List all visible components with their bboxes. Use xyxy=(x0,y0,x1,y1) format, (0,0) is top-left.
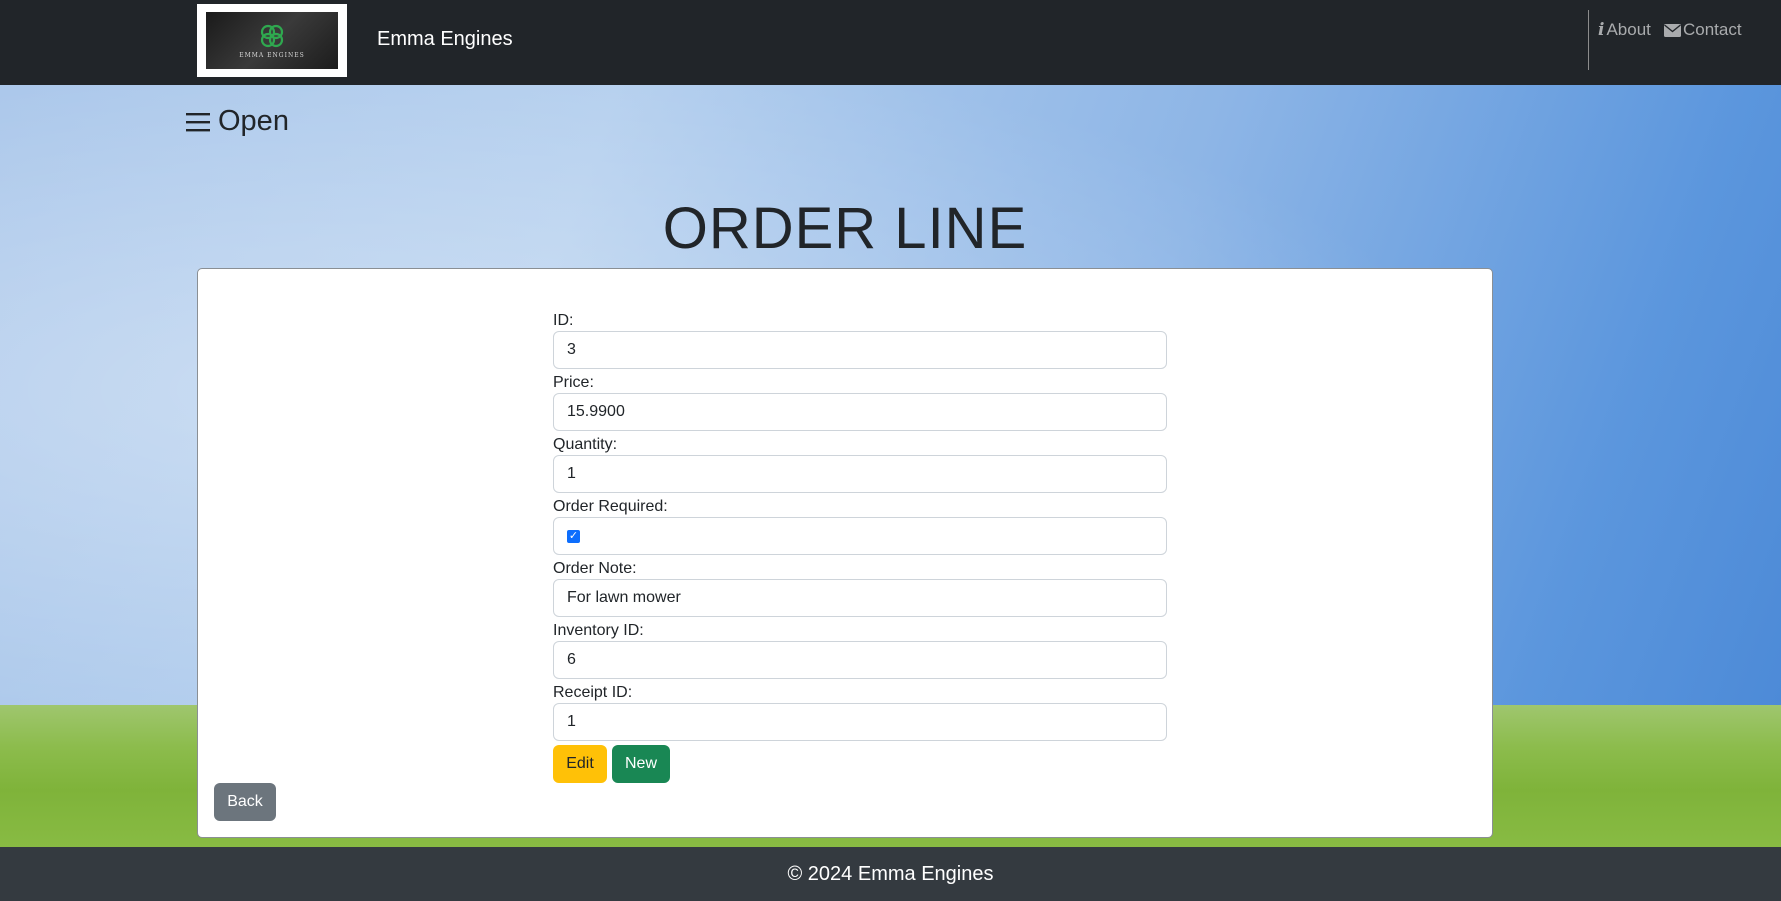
footer: © 2024 Emma Engines xyxy=(0,847,1781,901)
page-title: ORDER LINE xyxy=(662,196,1028,261)
nav-about-link[interactable]: i About xyxy=(1598,20,1651,40)
brand-name[interactable]: Emma Engines xyxy=(377,28,513,51)
order-line-form: ID: 3 Price: 15.9900 Quantity: 1 Order R… xyxy=(553,311,1167,783)
receipt-id-label: Receipt ID: xyxy=(553,684,633,701)
nav-divider xyxy=(1588,10,1589,70)
main-content: Open ORDER LINE ID: 3 Price: 15.9900 Qua… xyxy=(0,85,1781,847)
clover-logo-icon xyxy=(260,24,284,47)
price-field[interactable]: 15.9900 xyxy=(553,393,1167,431)
price-label: Price: xyxy=(553,374,594,391)
order-required-label: Order Required: xyxy=(553,498,668,515)
envelope-icon xyxy=(1664,23,1681,37)
order-required-checkbox[interactable]: ✓ xyxy=(567,529,580,543)
back-button[interactable]: Back xyxy=(214,783,276,821)
edit-button[interactable]: Edit xyxy=(553,745,607,783)
logo-text: EMMA ENGINES xyxy=(239,51,305,59)
top-navbar: EMMA ENGINES Emma Engines i About Contac… xyxy=(0,0,1781,85)
nav-about-label: About xyxy=(1606,20,1651,39)
brand-logo[interactable]: EMMA ENGINES xyxy=(197,4,347,77)
quantity-label: Quantity: xyxy=(553,436,618,453)
id-field[interactable]: 3 xyxy=(553,331,1167,369)
sidebar-open-button[interactable]: Open xyxy=(186,105,289,138)
inventory-id-label: Inventory ID: xyxy=(553,622,644,639)
sidebar-open-label: Open xyxy=(218,105,289,137)
id-label: ID: xyxy=(553,312,574,329)
nav-contact-link[interactable]: Contact xyxy=(1664,20,1742,40)
order-line-card: ID: 3 Price: 15.9900 Quantity: 1 Order R… xyxy=(197,268,1493,838)
inventory-id-field[interactable]: 6 xyxy=(553,641,1167,679)
order-note-label: Order Note: xyxy=(553,560,637,577)
info-icon: i xyxy=(1598,20,1605,40)
nav-contact-label: Contact xyxy=(1683,20,1742,39)
order-note-field[interactable]: For lawn mower xyxy=(553,579,1167,617)
new-button[interactable]: New xyxy=(612,745,670,783)
form-actions: Edit New xyxy=(553,745,1167,783)
quantity-field[interactable]: 1 xyxy=(553,455,1167,493)
footer-copyright: © 2024 Emma Engines xyxy=(787,863,994,885)
logo-image: EMMA ENGINES xyxy=(206,12,338,69)
order-required-field: ✓ xyxy=(553,517,1167,555)
receipt-id-field[interactable]: 1 xyxy=(553,703,1167,741)
hamburger-icon xyxy=(186,112,210,131)
